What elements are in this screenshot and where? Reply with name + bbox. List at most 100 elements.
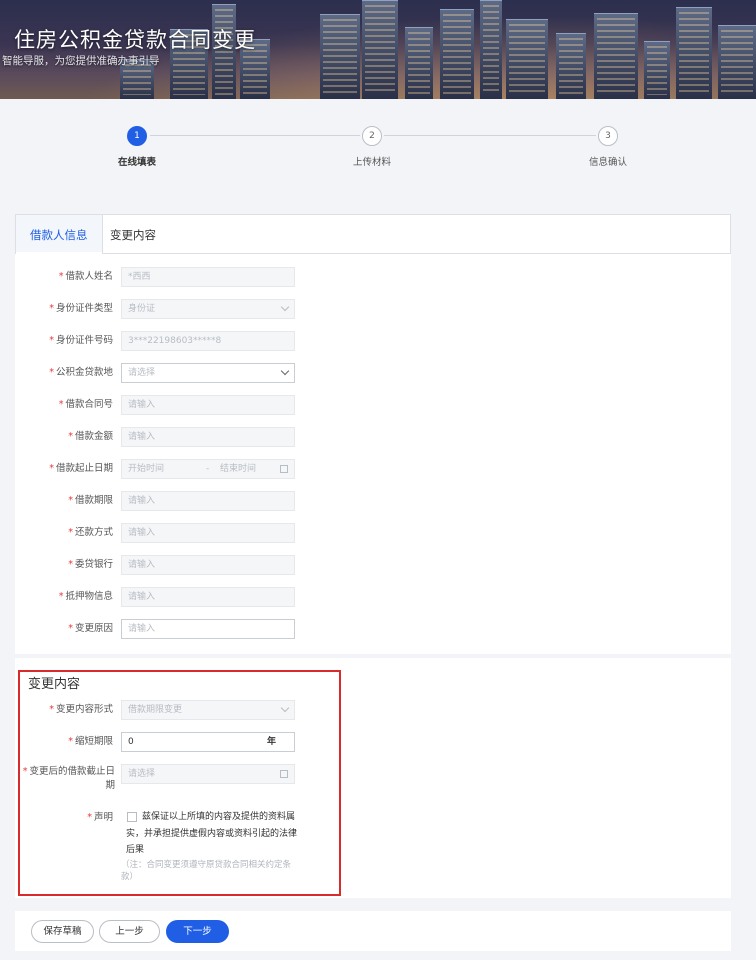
required-mark: * bbox=[68, 559, 73, 570]
loan-term-field: 请输入 bbox=[121, 491, 295, 511]
page-title: 住房公积金贷款合同变更 bbox=[14, 28, 256, 52]
banner-building bbox=[718, 25, 756, 99]
required-mark: * bbox=[49, 335, 54, 346]
fund-location-placeholder: 请选择 bbox=[128, 368, 156, 378]
declaration-text: 兹保证以上所填的内容及提供的资料属实，并承担提供虚假内容或资料引起的法律后果 bbox=[126, 812, 298, 855]
required-mark: * bbox=[49, 463, 54, 474]
borrower-name-field: *西西 bbox=[121, 267, 295, 287]
id-type-value: 身份证 bbox=[128, 304, 156, 314]
entrusted-bank-label: 委贷银行 bbox=[74, 559, 113, 570]
change-form-select: 借款期限变更 bbox=[121, 700, 295, 720]
required-mark: * bbox=[68, 736, 73, 747]
step-2-label: 上传材料 bbox=[352, 157, 391, 168]
collateral-field: 请输入 bbox=[121, 587, 295, 607]
save-draft-button[interactable]: 保存草稿 bbox=[31, 920, 94, 943]
step-3-number: 3 bbox=[598, 126, 618, 146]
required-mark: * bbox=[68, 527, 73, 538]
declaration-label: 声明 bbox=[93, 812, 113, 823]
required-mark: * bbox=[22, 766, 28, 777]
shorten-term-label: 缩短期限 bbox=[74, 736, 113, 747]
form-row-change-reason: * 变更原因 请输入 bbox=[15, 619, 315, 639]
banner-building bbox=[320, 14, 360, 99]
required-mark: * bbox=[49, 704, 54, 715]
id-number-field: 3***22198603*****8 bbox=[121, 331, 295, 351]
required-mark: * bbox=[68, 623, 73, 634]
required-mark: * bbox=[58, 399, 64, 410]
change-reason-label: 变更原因 bbox=[74, 623, 113, 634]
loan-amount-label: 借款金额 bbox=[74, 431, 113, 442]
banner-building bbox=[405, 27, 433, 99]
shorten-term-value: 0 bbox=[128, 737, 134, 747]
calendar-icon bbox=[280, 770, 288, 778]
form-tabs: 借款人信息 变更内容 bbox=[15, 214, 731, 254]
header-banner: 住房公积金贷款合同变更 智能导服，为您提供准确办事引导 bbox=[0, 0, 756, 99]
step-1-label: 在线填表 bbox=[117, 157, 156, 168]
required-mark: * bbox=[68, 431, 73, 442]
repay-method-field: 请输入 bbox=[121, 523, 295, 543]
chevron-down-icon bbox=[280, 366, 290, 376]
year-unit: 年 bbox=[266, 737, 276, 747]
form-row-shorten-term: * 缩短期限 0年 bbox=[15, 732, 315, 752]
change-form-value: 借款期限变更 bbox=[128, 705, 183, 715]
loan-dates-label: 借款起止日期 bbox=[55, 463, 113, 474]
banner-building bbox=[506, 19, 548, 99]
banner-building bbox=[480, 0, 502, 99]
new-end-date-label: 变更后的借款截止日期 bbox=[29, 766, 115, 791]
id-type-label: 身份证件类型 bbox=[55, 303, 113, 314]
end-date-placeholder: 结束时间 bbox=[220, 464, 257, 474]
required-mark: * bbox=[68, 495, 73, 506]
loan-term-label: 借款期限 bbox=[74, 495, 113, 506]
required-mark: * bbox=[87, 812, 92, 823]
step-connector bbox=[150, 135, 360, 136]
required-mark: * bbox=[58, 591, 64, 602]
form-row-change-form: * 变更内容形式 借款期限变更 bbox=[15, 700, 315, 720]
declaration-note: （注：合同变更须遵守原贷款合同相关约定条款） bbox=[121, 860, 292, 882]
required-mark: * bbox=[49, 367, 54, 378]
collateral-label: 抵押物信息 bbox=[65, 591, 113, 602]
banner-building bbox=[556, 33, 586, 99]
form-row-loan-amount: * 借款金额 请输入 bbox=[15, 427, 315, 447]
banner-building bbox=[362, 0, 398, 99]
change-reason-input[interactable]: 请输入 bbox=[121, 619, 295, 639]
step-3-label: 信息确认 bbox=[588, 157, 627, 168]
form-row-collateral: * 抵押物信息 请输入 bbox=[15, 587, 315, 607]
chevron-down-icon bbox=[280, 302, 290, 312]
form-row-entrusted-bank: * 委贷银行 请输入 bbox=[15, 555, 315, 575]
form-row-loan-dates: * 借款起止日期 开始时间 - 结束时间 bbox=[15, 459, 315, 479]
step-connector bbox=[384, 135, 596, 136]
contract-no-label: 借款合同号 bbox=[65, 399, 113, 410]
shorten-term-input[interactable]: 0年 bbox=[121, 732, 295, 752]
fund-location-label: 公积金贷款地 bbox=[55, 367, 113, 378]
calendar-icon bbox=[280, 465, 288, 473]
form-row-id-type: * 身份证件类型 身份证 bbox=[15, 299, 315, 319]
start-date-placeholder: 开始时间 bbox=[128, 464, 165, 474]
change-section-title: 变更内容 bbox=[28, 677, 81, 692]
next-step-button[interactable]: 下一步 bbox=[166, 920, 229, 943]
borrower-name-label: 借款人姓名 bbox=[65, 271, 113, 282]
form-row-contract-no: * 借款合同号 请输入 bbox=[15, 395, 315, 415]
loan-date-range-field: 开始时间 - 结束时间 bbox=[121, 459, 295, 479]
step-indicator: 1 2 3 在线填表 上传材料 信息确认 bbox=[0, 99, 756, 209]
tab-change-content[interactable]: 变更内容 bbox=[96, 215, 170, 253]
id-type-select: 身份证 bbox=[121, 299, 295, 319]
step-1-number: 1 bbox=[127, 126, 147, 146]
contract-no-field: 请输入 bbox=[121, 395, 295, 415]
form-row-fund-location: * 公积金贷款地 请选择 bbox=[15, 363, 315, 383]
id-number-label: 身份证件号码 bbox=[55, 335, 113, 346]
new-end-date-picker[interactable]: 请选择 bbox=[121, 764, 295, 784]
fund-location-select[interactable]: 请选择 bbox=[121, 363, 295, 383]
new-end-date-placeholder: 请选择 bbox=[128, 769, 156, 779]
form-row-repay-method: * 还款方式 请输入 bbox=[15, 523, 315, 543]
chevron-down-icon bbox=[280, 703, 290, 713]
entrusted-bank-field: 请输入 bbox=[121, 555, 295, 575]
previous-step-button[interactable]: 上一步 bbox=[99, 920, 160, 943]
tab-borrower-info[interactable]: 借款人信息 bbox=[16, 215, 103, 254]
banner-building bbox=[644, 41, 670, 99]
required-mark: * bbox=[58, 271, 64, 282]
repay-method-label: 还款方式 bbox=[74, 527, 113, 538]
date-separator: - bbox=[206, 464, 210, 474]
form-row-new-end-date: * 变更后的借款截止日期 请选择 bbox=[15, 764, 315, 794]
step-2-number: 2 bbox=[362, 126, 382, 146]
form-row-id-number: * 身份证件号码 3***22198603*****8 bbox=[15, 331, 315, 351]
banner-building bbox=[594, 13, 638, 99]
